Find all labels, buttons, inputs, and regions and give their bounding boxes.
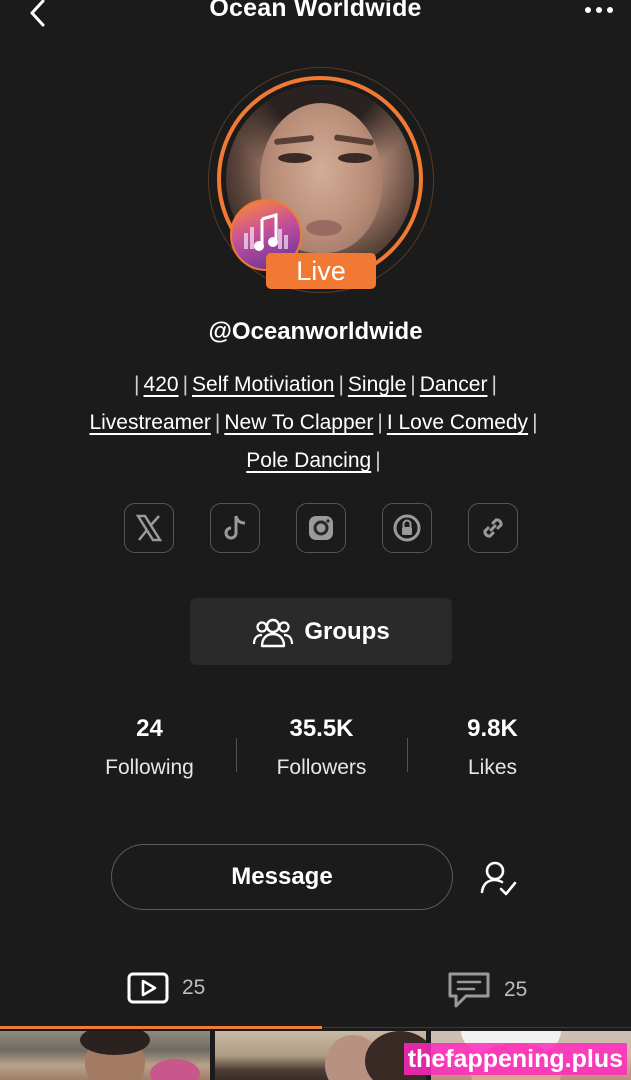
groups-label: Groups	[304, 617, 390, 645]
onlyfans-lock-icon	[393, 514, 421, 542]
groups-button[interactable]: Groups	[190, 598, 452, 665]
stat-following[interactable]: 24 Following	[64, 712, 235, 780]
bio-tag[interactable]: Single	[348, 373, 406, 396]
video-thumbnail[interactable]	[215, 1031, 426, 1080]
instagram-icon	[309, 516, 333, 540]
comment-icon	[448, 972, 490, 1008]
comment-count: 25	[504, 978, 528, 1001]
more-horizontal-icon	[585, 7, 591, 13]
link-icon	[483, 518, 503, 538]
content-tabs: 25 25	[0, 962, 631, 1029]
watermark: thefappening.plus	[403, 1043, 627, 1075]
onlyfans-button[interactable]	[382, 503, 432, 553]
video-icon	[127, 972, 169, 1004]
profile-stats: 24 Following 35.5K Followers 9.8K Likes	[64, 712, 578, 802]
stat-likes[interactable]: 9.8K Likes	[407, 712, 578, 780]
tab-divider	[322, 1027, 631, 1028]
following-toggle-button[interactable]	[478, 858, 518, 898]
page-title: Ocean Worldwide	[209, 0, 422, 22]
tab-videos[interactable]: 25	[126, 970, 205, 1006]
tab-comments[interactable]: 25	[446, 970, 527, 1010]
message-button[interactable]: Message	[111, 844, 453, 910]
x-twitter-icon	[135, 514, 163, 542]
user-check-icon	[480, 861, 517, 896]
stat-label: Following	[105, 756, 194, 779]
bio-tag[interactable]: Pole Dancing	[246, 449, 371, 472]
bio: | 420 | Self Motiviation | Single | Dancer | Live…	[89, 373, 538, 472]
bio-tag[interactable]: New To Clapper	[224, 411, 373, 434]
link-button[interactable]	[468, 503, 518, 553]
top-bar: Ocean Worldwide	[0, 0, 631, 30]
avatar[interactable]: Live	[208, 67, 434, 293]
stat-label: Likes	[467, 756, 518, 779]
bio-tag[interactable]: Self Motiviation	[192, 373, 334, 396]
live-badge[interactable]: Live	[266, 253, 376, 289]
social-links	[124, 503, 518, 555]
stat-label: Followers	[276, 756, 367, 779]
video-thumbnail[interactable]	[0, 1031, 210, 1080]
groups-icon	[253, 618, 294, 647]
bio-tag[interactable]: Livestreamer	[89, 411, 210, 434]
bio-tag[interactable]: Dancer	[420, 373, 488, 396]
video-count: 25	[182, 976, 206, 999]
bio-tag[interactable]: 420	[144, 373, 179, 396]
stat-value: 9.8K	[467, 715, 518, 742]
x-twitter-button[interactable]	[124, 503, 174, 553]
instagram-button[interactable]	[296, 503, 346, 553]
stat-value: 24	[136, 715, 163, 742]
tiktok-icon	[224, 515, 246, 540]
tiktok-button[interactable]	[210, 503, 260, 553]
active-tab-indicator	[0, 1026, 322, 1029]
stat-followers[interactable]: 35.5K Followers	[236, 712, 407, 780]
more-options-button[interactable]	[579, 2, 619, 18]
bio-tag[interactable]: I Love Comedy	[387, 411, 528, 434]
username: @Oceanworldwide	[208, 318, 423, 345]
message-label: Message	[231, 863, 333, 890]
stat-value: 35.5K	[289, 715, 354, 742]
